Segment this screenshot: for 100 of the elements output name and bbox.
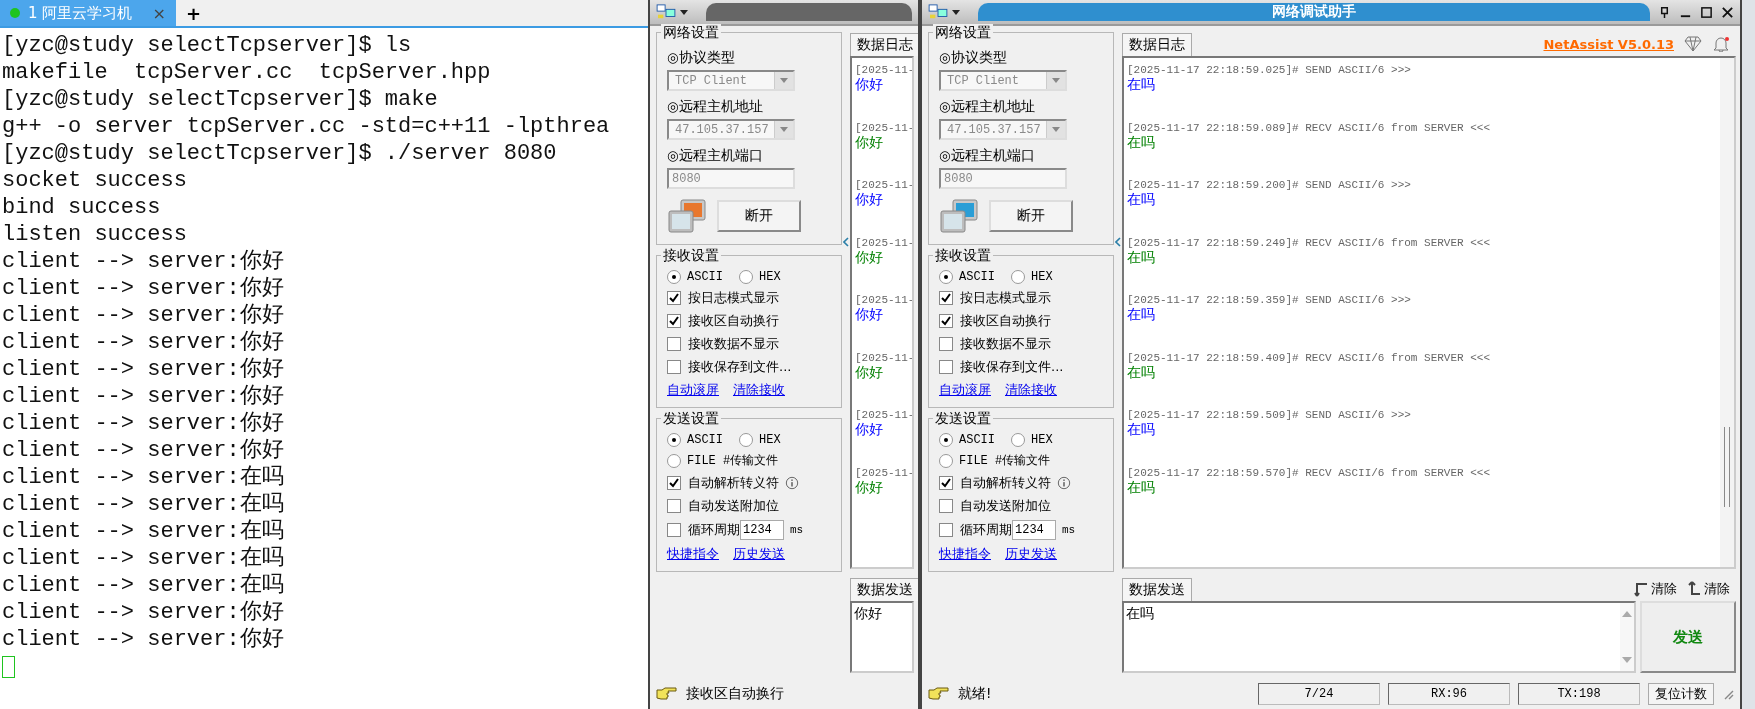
terminal-line: client --> server:你好: [2, 302, 285, 329]
caret-icon[interactable]: [952, 9, 960, 15]
checkbox[interactable]: 接收数据不显示: [667, 335, 779, 353]
new-tab-button[interactable]: +: [176, 0, 212, 26]
field-label: ◎协议类型: [667, 49, 736, 67]
radio-button[interactable]: ASCII: [939, 433, 995, 447]
checkbox[interactable]: 循环周期: [667, 521, 740, 539]
terminal-line: listen success: [2, 221, 188, 248]
scroll-down-icon[interactable]: [1622, 657, 1632, 663]
log-message: 在吗: [1127, 306, 1156, 324]
checkbox[interactable]: 自动解析转义符: [939, 474, 1051, 492]
unit-label: ms: [790, 524, 804, 536]
radio-button[interactable]: ASCII: [939, 270, 995, 284]
reset-count-button[interactable]: 复位计数: [1648, 683, 1714, 705]
link[interactable]: 快捷指令: [667, 545, 719, 563]
checkmark-icon: [668, 315, 680, 327]
checkbox[interactable]: 接收数据不显示: [939, 335, 1051, 353]
radio-button[interactable]: FILE #传输文件: [667, 452, 779, 469]
terminal-line: client --> server:你好: [2, 275, 285, 302]
checkbox[interactable]: 自动发送附加位: [939, 497, 1051, 515]
terminal-line: client --> server:在吗: [2, 572, 285, 599]
log-timestamp: [2025-11-17 22:18:59.570]# RECV ASCII/6 from SERVER <<<: [1127, 466, 1492, 479]
clear-button[interactable]: 清除: [1687, 580, 1730, 598]
checkbox[interactable]: 循环周期: [939, 521, 1012, 539]
bell-icon[interactable]: [1712, 36, 1730, 52]
resize-grip-icon[interactable]: [1722, 688, 1734, 700]
network-icon[interactable]: [656, 4, 676, 20]
caret-icon[interactable]: [680, 9, 688, 15]
radio-button[interactable]: ASCII: [667, 433, 723, 447]
link[interactable]: 快捷指令: [939, 545, 991, 563]
pointing-hand-icon: [928, 687, 950, 701]
clear-button[interactable]: 清除: [1634, 580, 1677, 598]
log-message: 在吗: [1127, 133, 1156, 152]
log-message: 在吗: [1127, 76, 1156, 94]
checkbox[interactable]: 自动解析转义符: [667, 474, 779, 492]
info-icon[interactable]: [1057, 476, 1071, 490]
maximize-icon[interactable]: [1700, 5, 1713, 19]
link[interactable]: 自动滚屏: [939, 381, 991, 399]
link[interactable]: 清除接收: [733, 381, 785, 399]
log-message: 你好: [855, 76, 884, 94]
radio-button[interactable]: FILE #传输文件: [939, 452, 1051, 469]
checkmark-icon: [940, 292, 952, 304]
checkbox[interactable]: 按日志模式显示: [667, 289, 779, 307]
log-tab[interactable]: 数据日志: [1122, 33, 1192, 56]
monitors-icon: [939, 198, 979, 234]
terminal-line: client --> server:你好: [2, 410, 285, 437]
radio-button[interactable]: HEX: [739, 433, 781, 447]
radio-button[interactable]: HEX: [1011, 433, 1053, 447]
info-icon[interactable]: [785, 476, 799, 490]
log-message: 在吗: [1127, 421, 1156, 439]
send-button[interactable]: 发送: [1640, 601, 1736, 673]
log-timestamp: [2025-11-17 22:18:59.249]# RECV ASCII/6 from SERVER <<<: [1127, 236, 1492, 249]
group-title: 网络设置: [933, 24, 993, 42]
period-field[interactable]: 1234: [1012, 520, 1056, 540]
link[interactable]: 历史发送: [733, 545, 785, 563]
log-timestamp: [2025-11-17 22:18:59.089]# RECV ASCII/6 from SERVER <<<: [1127, 121, 1492, 134]
terminal-line: client --> server:在吗: [2, 545, 285, 572]
disconnect-button[interactable]: 断开: [989, 200, 1073, 232]
group-title: 发送设置: [661, 410, 721, 428]
pin-icon[interactable]: [1658, 5, 1671, 19]
terminal-tab[interactable]: 1 阿里云学习机 ×: [0, 0, 176, 26]
link[interactable]: 历史发送: [1005, 545, 1057, 563]
scrollbar[interactable]: [1720, 58, 1734, 567]
terminal-line: client --> server:你好: [2, 599, 285, 626]
disconnect-button[interactable]: 断开: [717, 200, 801, 232]
monitors-icon: [667, 198, 707, 234]
status-message: 就绪!: [958, 685, 992, 703]
terminal-line: client --> server:你好: [2, 626, 285, 653]
field-label: ◎远程主机端口: [667, 147, 764, 165]
checkbox[interactable]: 按日志模式显示: [939, 289, 1051, 307]
checkbox[interactable]: 自动发送附加位: [667, 497, 779, 515]
scroll-up-icon[interactable]: [1622, 611, 1632, 617]
log-message: 你好: [855, 478, 884, 497]
field-label: ◎远程主机端口: [939, 147, 1036, 165]
checkbox[interactable]: 接收保存到文件...: [939, 358, 1064, 376]
log-timestamp: [2025-11-17 22:18:59.025]# SEND ASCII/6 >>>: [1127, 64, 1412, 76]
diamond-icon[interactable]: [1684, 36, 1702, 52]
radio-button[interactable]: HEX: [1011, 270, 1053, 284]
send-tab[interactable]: 数据发送: [1122, 578, 1192, 601]
status-message: 接收区自动换行: [686, 685, 784, 703]
terminal-line: client --> server:在吗: [2, 491, 285, 518]
checkbox[interactable]: 接收区自动换行: [939, 312, 1051, 330]
send-text-field[interactable]: 你好: [850, 601, 914, 673]
close-icon[interactable]: [1721, 5, 1734, 19]
send-text-field[interactable]: 在吗: [1122, 601, 1636, 673]
close-icon[interactable]: ×: [152, 3, 166, 23]
radio-button[interactable]: HEX: [739, 270, 781, 284]
checkbox[interactable]: 接收区自动换行: [667, 312, 779, 330]
checkmark-icon: [668, 292, 680, 304]
link[interactable]: 清除接收: [1005, 381, 1057, 399]
checkbox[interactable]: 接收保存到文件...: [667, 358, 792, 376]
terminal-line: client --> server:你好: [2, 248, 285, 275]
link[interactable]: 自动滚屏: [667, 381, 719, 399]
send-tab[interactable]: 数据发送: [850, 578, 918, 601]
checkmark-icon: [940, 315, 952, 327]
terminal-line: g++ -o server tcpServer.cc -std=c++11 -lpthrea: [2, 113, 611, 140]
network-icon[interactable]: [928, 4, 948, 20]
radio-button[interactable]: ASCII: [667, 270, 723, 284]
period-field[interactable]: 1234: [740, 520, 784, 540]
log-tab[interactable]: 数据日志: [850, 33, 918, 56]
